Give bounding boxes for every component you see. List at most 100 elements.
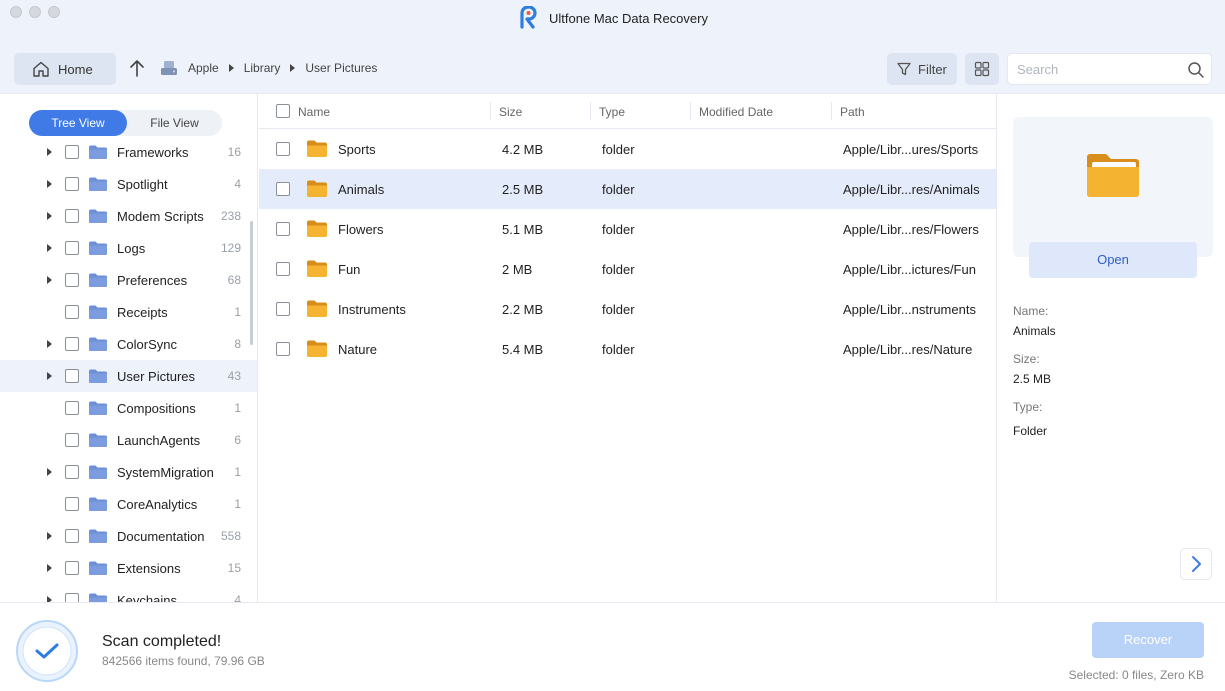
row-checkbox[interactable] xyxy=(276,302,290,316)
table-row[interactable]: Instruments 2.2 MB folder Apple/Libr...nstr… xyxy=(259,289,996,329)
tree-item[interactable]: CoreAnalytics 1 xyxy=(0,488,257,520)
column-divider xyxy=(690,102,691,120)
column-header-size[interactable]: Size xyxy=(499,105,522,119)
search-input[interactable] xyxy=(1008,54,1178,84)
folder-icon xyxy=(89,337,107,351)
tree-item-checkbox[interactable] xyxy=(65,145,79,159)
next-button[interactable] xyxy=(1180,548,1212,580)
table-row[interactable]: Animals 2.5 MB folder Apple/Libr...res/Anim… xyxy=(259,169,996,209)
folder-icon xyxy=(307,180,327,197)
expand-arrow-icon[interactable] xyxy=(47,532,52,540)
tree-item[interactable]: Spotlight 4 xyxy=(0,168,257,200)
tree-item[interactable]: Frameworks 16 xyxy=(0,136,257,168)
column-divider xyxy=(590,102,591,120)
expand-arrow-icon[interactable] xyxy=(47,180,52,188)
open-button[interactable]: Open xyxy=(1029,242,1197,278)
tree-item[interactable]: LaunchAgents 6 xyxy=(0,424,257,456)
tree-item[interactable]: Receipts 1 xyxy=(0,296,257,328)
folder-icon xyxy=(307,220,327,237)
row-size: 2.2 MB xyxy=(502,302,544,317)
folder-icon xyxy=(307,340,327,357)
tree-item[interactable]: Logs 129 xyxy=(0,232,257,264)
recover-button[interactable]: Recover xyxy=(1092,622,1204,658)
expand-arrow-icon[interactable] xyxy=(47,340,52,348)
column-header-modified-date[interactable]: Modified Date xyxy=(699,105,773,119)
tree-item-label: Compositions xyxy=(117,401,196,416)
expand-arrow-icon[interactable] xyxy=(47,564,52,572)
column-header-name[interactable]: Name xyxy=(298,105,330,119)
row-type: folder xyxy=(602,142,635,157)
home-button[interactable]: Home xyxy=(14,53,116,85)
row-checkbox[interactable] xyxy=(276,262,290,276)
tree-item-checkbox[interactable] xyxy=(65,305,79,319)
tree-item[interactable]: Documentation 558 xyxy=(0,520,257,552)
tree-item-checkbox[interactable] xyxy=(65,177,79,191)
tree-item[interactable]: User Pictures 43 xyxy=(0,360,257,392)
breadcrumb-separator-icon xyxy=(290,64,296,72)
tree-item[interactable]: ColorSync 8 xyxy=(0,328,257,360)
tree-item-label: Preferences xyxy=(117,273,188,288)
row-checkbox[interactable] xyxy=(276,342,290,356)
tree-item-checkbox[interactable] xyxy=(65,561,79,575)
filter-icon xyxy=(897,62,911,76)
column-header-type[interactable]: Type xyxy=(599,105,625,119)
folder-icon xyxy=(1087,154,1139,197)
expand-arrow-icon[interactable] xyxy=(47,212,52,220)
tree-scrollbar[interactable] xyxy=(250,221,253,345)
tree-item-checkbox[interactable] xyxy=(65,433,79,447)
preview-thumbnail xyxy=(1013,117,1213,257)
tree-item-checkbox[interactable] xyxy=(65,241,79,255)
tree-item-checkbox[interactable] xyxy=(65,337,79,351)
tab-file-view[interactable]: File View xyxy=(127,110,222,136)
tree-item-count: 68 xyxy=(227,273,241,287)
table-row[interactable]: Flowers 5.1 MB folder Apple/Libr...res/Flow… xyxy=(259,209,996,249)
breadcrumb-item-library[interactable]: Library xyxy=(244,61,281,75)
up-arrow-icon[interactable] xyxy=(128,58,146,78)
tree-item[interactable]: Modem Scripts 238 xyxy=(0,200,257,232)
search-icon[interactable] xyxy=(1187,61,1205,79)
row-name: Instruments xyxy=(338,302,406,317)
row-checkbox[interactable] xyxy=(276,182,290,196)
tree-item-count: 6 xyxy=(234,433,241,447)
tree-item-checkbox[interactable] xyxy=(65,529,79,543)
expand-arrow-icon[interactable] xyxy=(47,148,52,156)
row-checkbox[interactable] xyxy=(276,142,290,156)
table-row[interactable]: Sports 4.2 MB folder Apple/Libr...ures/Spor… xyxy=(259,129,996,169)
tree-item-count: 15 xyxy=(227,561,241,575)
expand-arrow-icon[interactable] xyxy=(47,372,52,380)
table-row[interactable]: Fun 2 MB folder Apple/Libr...ictures/Fun xyxy=(259,249,996,289)
expand-arrow-icon[interactable] xyxy=(47,276,52,284)
app-logo-icon xyxy=(520,6,537,29)
main-panel: Tree View File View Frameworks 16 Spotligh… xyxy=(0,93,1225,603)
tree-item[interactable]: SystemMigration 1 xyxy=(0,456,257,488)
tree-item-label: Documentation xyxy=(117,529,205,544)
size-value: 2.5 MB xyxy=(1013,372,1052,386)
select-all-checkbox[interactable] xyxy=(276,104,290,118)
tree-item-count: 129 xyxy=(220,241,241,255)
tab-tree-view[interactable]: Tree View xyxy=(29,110,127,136)
row-path: Apple/Libr...res/Nature xyxy=(843,342,973,357)
tree-item[interactable]: Compositions 1 xyxy=(0,392,257,424)
tree-item-checkbox[interactable] xyxy=(65,273,79,287)
breadcrumb-item-apple[interactable]: Apple xyxy=(188,61,219,75)
tree-item-checkbox[interactable] xyxy=(65,209,79,223)
tree-item-checkbox[interactable] xyxy=(65,369,79,383)
column-header-path[interactable]: Path xyxy=(840,105,865,119)
tree-item-count: 1 xyxy=(234,497,241,511)
row-checkbox[interactable] xyxy=(276,222,290,236)
tree-item[interactable]: Preferences 68 xyxy=(0,264,257,296)
tree-item[interactable]: Extensions 15 xyxy=(0,552,257,584)
tree-item-checkbox[interactable] xyxy=(65,401,79,415)
tree-item-checkbox[interactable] xyxy=(65,465,79,479)
preview-pane: Open Name: Animals Size: 2.5 MB Type: Fo… xyxy=(996,94,1225,603)
expand-arrow-icon[interactable] xyxy=(47,468,52,476)
tree-item-label: Receipts xyxy=(117,305,168,320)
tree-item[interactable]: Keychains 4 xyxy=(0,584,257,603)
breadcrumb-item-user-pictures[interactable]: User Pictures xyxy=(305,61,377,75)
table-row[interactable]: Nature 5.4 MB folder Apple/Libr...res/Natur… xyxy=(259,329,996,369)
expand-arrow-icon[interactable] xyxy=(47,244,52,252)
tree-item-checkbox[interactable] xyxy=(65,497,79,511)
row-type: folder xyxy=(602,222,635,237)
filter-button[interactable]: Filter xyxy=(887,53,957,85)
grid-view-button[interactable] xyxy=(965,53,999,85)
